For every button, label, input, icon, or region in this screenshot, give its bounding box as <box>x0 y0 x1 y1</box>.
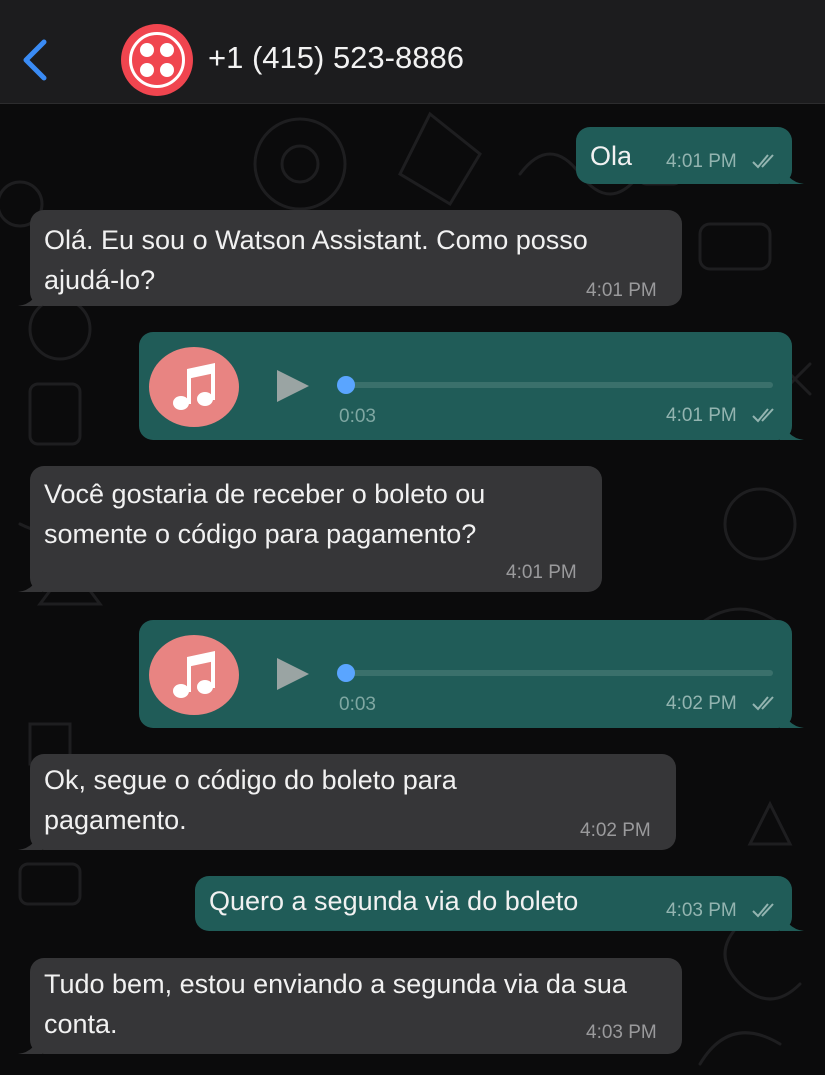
bubble-tail <box>780 907 804 931</box>
message-bubble-outgoing[interactable]: Quero a segunda via do boleto 4:03 PM <box>195 876 804 931</box>
read-ticks-icon <box>752 903 774 918</box>
message-time: 4:03 PM <box>586 1022 657 1043</box>
audio-message-outgoing[interactable]: 0:03 4:02 PM <box>139 620 804 728</box>
twilio-logo-icon <box>129 32 185 88</box>
bubble-tail <box>18 568 42 592</box>
read-ticks-icon <box>752 154 774 169</box>
audio-progress-handle[interactable] <box>337 664 355 682</box>
chat-area[interactable]: Ola 4:01 PM Olá. Eu sou o Watson Assista… <box>0 104 825 1075</box>
bubble-tail <box>780 704 804 728</box>
bubble-tail <box>18 1030 42 1054</box>
chat-header: +1 (415) 523-8886 <box>0 0 825 104</box>
message-text: Você gostaria de receber o boleto ou som… <box>44 479 486 549</box>
audio-duration: 0:03 <box>339 406 376 427</box>
chevron-left-icon[interactable] <box>20 38 50 82</box>
bubble-tail <box>18 282 42 306</box>
music-note-icon <box>149 347 239 427</box>
audio-message-outgoing[interactable]: 0:03 4:01 PM <box>139 332 804 440</box>
audio-progress-track[interactable] <box>347 670 773 676</box>
message-time: 4:01 PM <box>666 405 737 426</box>
message-bubble-incoming[interactable]: Tudo bem, estou enviando a segunda via d… <box>18 958 682 1054</box>
audio-progress-track[interactable] <box>347 382 773 388</box>
message-time: 4:01 PM <box>506 562 577 583</box>
read-ticks-icon <box>752 408 774 423</box>
message-bubble-incoming[interactable]: Ok, segue o código do boleto para pagame… <box>18 754 676 850</box>
read-ticks-icon <box>752 696 774 711</box>
contact-avatar[interactable] <box>121 24 193 96</box>
audio-progress-handle[interactable] <box>337 376 355 394</box>
message-bubble-incoming[interactable]: Olá. Eu sou o Watson Assistant. Como pos… <box>18 210 682 306</box>
message-text: Tudo bem, estou enviando a segunda via d… <box>44 969 627 1039</box>
message-text: Olá. Eu sou o Watson Assistant. Como pos… <box>44 225 588 295</box>
play-icon[interactable] <box>275 658 311 690</box>
message-text: Ok, segue o código do boleto para pagame… <box>44 765 457 835</box>
bubble-tail <box>780 416 804 440</box>
play-icon[interactable] <box>275 370 311 402</box>
bubble-tail <box>18 826 42 850</box>
message-bubble-outgoing[interactable]: Ola 4:01 PM <box>576 127 804 184</box>
message-time: 4:01 PM <box>586 280 657 301</box>
music-note-icon <box>149 635 239 715</box>
audio-duration: 0:03 <box>339 694 376 715</box>
message-text: Quero a segunda via do boleto <box>209 886 579 916</box>
message-text: Ola <box>590 141 633 171</box>
message-bubble-incoming[interactable]: Você gostaria de receber o boleto ou som… <box>18 466 602 592</box>
bubble-tail <box>780 160 804 184</box>
message-time: 4:01 PM <box>666 151 737 172</box>
message-time: 4:03 PM <box>666 900 737 921</box>
message-time: 4:02 PM <box>666 693 737 714</box>
message-time: 4:02 PM <box>580 820 651 841</box>
contact-name[interactable]: +1 (415) 523-8886 <box>208 40 464 76</box>
